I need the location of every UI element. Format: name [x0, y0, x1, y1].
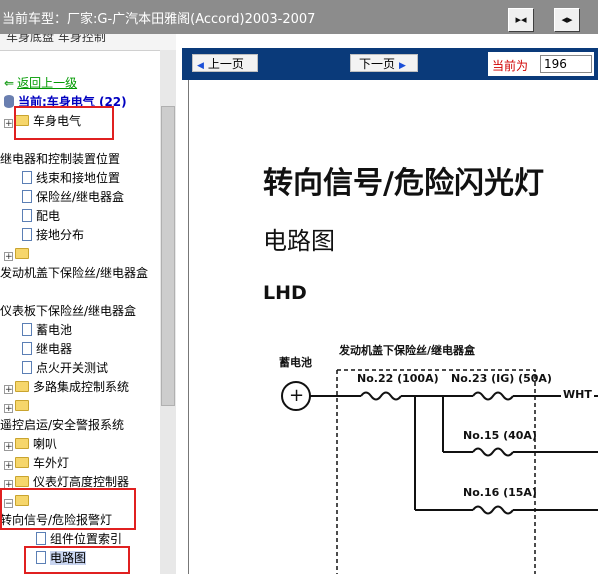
- tree-scrollbar[interactable]: [160, 50, 176, 574]
- tree-item[interactable]: 继电器: [22, 340, 72, 359]
- document-icon: [22, 209, 32, 222]
- expand-icon[interactable]: +: [4, 252, 13, 262]
- folder-icon: [15, 248, 29, 259]
- folder-icon: [15, 438, 29, 449]
- expand-icon[interactable]: +: [4, 461, 13, 471]
- folder-icon: [15, 457, 29, 468]
- folder-icon: [15, 381, 29, 392]
- fuse-label: No.15 (40A): [463, 429, 537, 442]
- folder-icon: [15, 476, 29, 487]
- tree-item[interactable]: 遥控启运/安全警报系统: [0, 416, 124, 435]
- highlight-box: [24, 546, 130, 574]
- highlight-box: [14, 106, 114, 140]
- tree-item[interactable]: 配电: [22, 207, 60, 226]
- right-arrow-icon: ▶: [399, 61, 406, 71]
- document-icon: [22, 323, 32, 336]
- tree-item[interactable]: 点火开关测试: [22, 359, 108, 378]
- database-icon: [4, 95, 14, 108]
- tree-view: ⇐ 返回上一级 当前:车身电气 (22) + 车身电气 继电器和控制装置位置 线束和…: [0, 50, 160, 574]
- expand-icon[interactable]: +: [4, 385, 13, 395]
- title-bar: 当前车型：厂家:G-广汽本田雅阁(Accord)2003-2007 ▸◂ ◂▸: [0, 0, 598, 34]
- fit-width-button[interactable]: ▸◂: [508, 8, 534, 32]
- tree-item[interactable]: +: [4, 397, 33, 416]
- tree-item[interactable]: + 多路集成控制系统: [4, 378, 129, 397]
- tree-item[interactable]: 蓄电池: [22, 321, 72, 340]
- fuse-label: No.23 (IG) (50A): [451, 372, 552, 385]
- category-tab-strip[interactable]: 车身底盘 车身控制: [0, 34, 176, 51]
- fit-width-icon: ▸◂: [515, 13, 527, 26]
- page-navigation-bar: ◀ 上一页 下一页 ▶ 当前为: [182, 48, 598, 80]
- expand-icon[interactable]: +: [4, 404, 13, 414]
- tree-item[interactable]: 接地分布: [22, 226, 84, 245]
- document-panel: ◀上一页 下一页▶ 当前为 转向信号/危险闪光灯 电路图 LHD: [182, 48, 598, 574]
- battery-plus-sign: +: [289, 385, 305, 406]
- page-label: 当前为: [492, 59, 529, 73]
- highlight-box: [0, 488, 136, 530]
- expand-icon[interactable]: +: [4, 119, 13, 129]
- window-title: 当前车型：厂家:G-广汽本田雅阁(Accord)2003-2007: [2, 12, 316, 27]
- fit-page-icon: ◂▸: [561, 13, 573, 26]
- back-arrow-icon: ⇐: [4, 76, 15, 90]
- circuit-diagram: [281, 369, 598, 574]
- page-number-input[interactable]: [540, 55, 592, 73]
- tree-item[interactable]: 线束和接地位置: [22, 169, 120, 188]
- expand-icon[interactable]: +: [4, 442, 13, 452]
- document-icon: [22, 342, 32, 355]
- document-icon: [36, 532, 46, 545]
- fusebox-label: 发动机盖下保险丝/继电器盒: [339, 344, 476, 357]
- back-link[interactable]: ⇐ 返回上一级: [4, 74, 77, 93]
- next-page-button[interactable]: 下一页 ▶: [350, 54, 418, 72]
- tree-item[interactable]: 继电器和控制装置位置: [0, 150, 120, 169]
- document-icon: [22, 228, 32, 241]
- document-icon: [22, 190, 32, 203]
- tree-item[interactable]: + 车外灯: [4, 454, 69, 473]
- document-icon: [22, 361, 32, 374]
- tree-item[interactable]: + 喇叭: [4, 435, 57, 454]
- tree-item[interactable]: +: [4, 245, 33, 264]
- tree-panel: 车身底盘 车身控制 ⇐ 返回上一级 当前:车身电气 (22) + 车身电气 继电器和…: [0, 34, 176, 574]
- folder-icon: [15, 400, 29, 411]
- document-icon: [22, 171, 32, 184]
- fuse-label: No.22 (100A): [357, 372, 439, 385]
- tree-item[interactable]: 保险丝/继电器盒: [22, 188, 124, 207]
- fuse-label: No.16 (15A): [463, 486, 537, 499]
- wire-color-label: WHT: [561, 388, 594, 401]
- scrollbar-thumb[interactable]: [161, 106, 175, 406]
- document-viewer[interactable]: 转向信号/危险闪光灯 电路图 LHD + 蓄电池 发动机盖下保险丝/继电器盒 N…: [188, 80, 598, 574]
- tree-item[interactable]: 发动机盖下保险丝/继电器盒: [0, 264, 148, 283]
- left-arrow-icon: ◀: [197, 61, 204, 71]
- fit-page-button[interactable]: ◂▸: [554, 8, 580, 32]
- prev-page-button[interactable]: ◀ 上一页: [192, 54, 258, 72]
- page-indicator: 当前为: [488, 52, 594, 76]
- battery-label: 蓄电池: [279, 356, 312, 369]
- tree-item[interactable]: 仪表板下保险丝/继电器盒: [0, 302, 136, 321]
